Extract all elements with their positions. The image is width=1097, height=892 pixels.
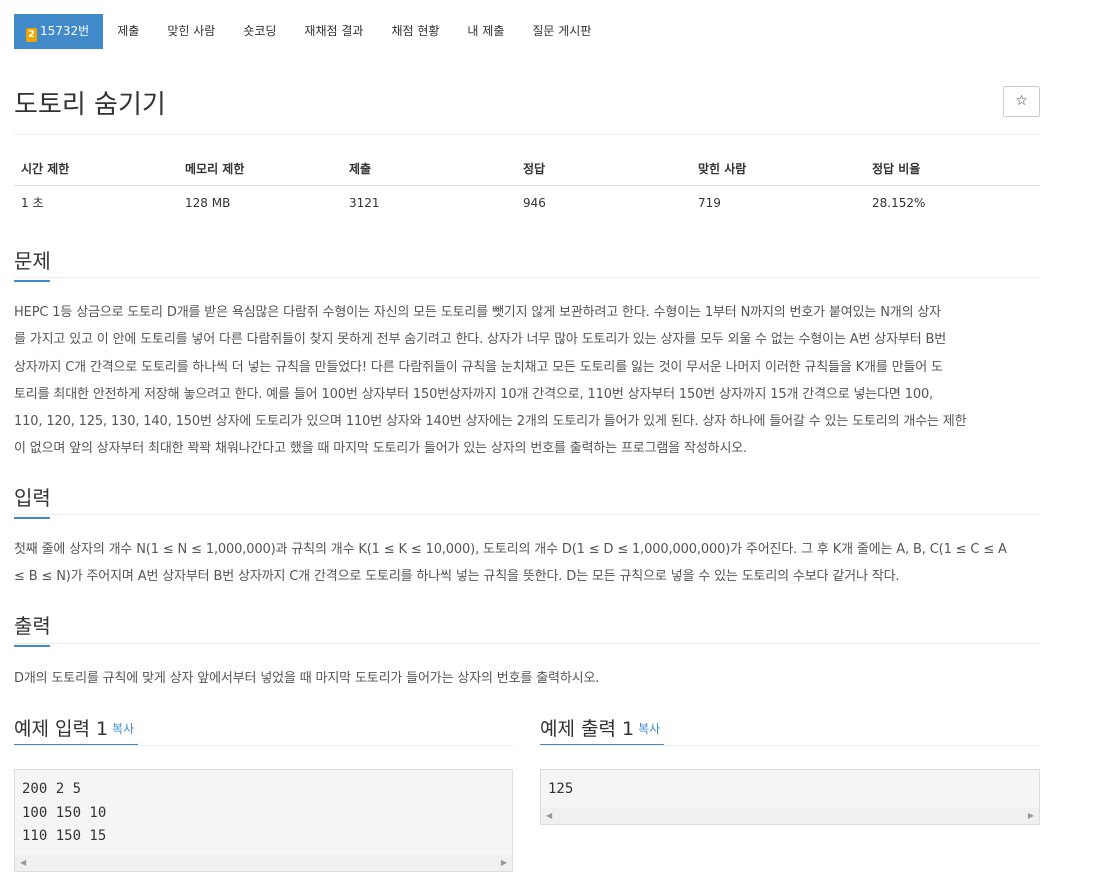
description-line: 110, 120, 125, 130, 140, 150번 상자에 도토리가 있… [14,414,967,430]
info-header-row: 시간 제한 메모리 제한 제출 정답 맞힌 사람 정답 비율 [14,152,1040,186]
input-divider [14,514,1040,515]
header-accept-ratio: 정답 비율 [872,162,921,176]
sample-input-scrollbar[interactable]: ◀ ▶ [14,855,513,872]
description-line: HEPC 1등 상금으로 도토리 D개를 받은 욕심많은 다람쥐 수형이는 자신… [14,305,941,320]
problem-divider [14,277,1040,278]
sample-input-divider [14,745,513,746]
problem-heading-underline [14,280,50,282]
input-heading-text: 입력 [14,486,51,510]
sample-output-code[interactable]: 125 [540,769,1040,808]
tab-question-board[interactable]: 질문 게시판 [518,14,605,49]
output-heading: 출력 [14,610,51,647]
header-time-limit: 시간 제한 [21,162,70,176]
input-line: 첫째 줄에 상자의 개수 N(1 ≤ N ≤ 1,000,000)과 규칙의 개… [14,542,1007,557]
description-line: 상자까지 C개 간격으로 도토리를 하나씩 더 넣는 규칙을 만들었다! 다른 … [14,359,943,375]
description-line: 토리를 최대한 안전하게 저장해 놓으려고 한다. 예를 들어 100번 상자부… [14,386,934,402]
tab-judge-status[interactable]: 채점 현황 [377,14,453,49]
time-limit: 1 초 [21,196,44,210]
sample-output-divider [540,745,1040,746]
info-value-row: 1 초 128 MB 3121 946 719 28.152% [14,186,1040,219]
header-submissions: 제출 [349,162,372,176]
tab-rejudge-results[interactable]: 재채점 결과 [290,14,377,49]
tab-short-coding[interactable]: 숏코딩 [229,14,290,49]
input-heading-underline [14,517,50,519]
problem-heading-text: 문제 [14,249,51,273]
description-line: 이 없으며 앞의 상자부터 최대한 꽉꽉 채워나간다고 했을 때 마지막 도토리… [14,441,748,457]
sample-output-scrollbar[interactable]: ◀ ▶ [540,808,1040,825]
problem-description: HEPC 1등 상금으로 도토리 D개를 받은 욕심많은 다람쥐 수형이는 자신… [14,299,1044,463]
header-memory-limit: 메모리 제한 [185,162,245,176]
input-heading: 입력 [14,482,51,519]
tab-problem-label: 15732번 [40,24,90,38]
scroll-left-icon[interactable]: ◀ [546,811,552,820]
problem-heading: 문제 [14,245,51,282]
copy-sample-input-link[interactable]: 복사 [112,722,134,736]
header-solved-users: 맞힌 사람 [698,162,747,176]
tab-problem[interactable]: 2 15732번 [14,14,104,49]
output-heading-text: 출력 [14,614,51,638]
output-line: D개의 도토리를 규칙에 맞게 상자 앞에서부터 넣었을 때 마지막 도토리가 … [14,671,600,686]
sample-input-code[interactable]: 200 2 5 100 150 10 110 150 15 [14,769,513,855]
output-description: D개의 도토리를 규칙에 맞게 상자 앞에서부터 넣었을 때 마지막 도토리가 … [14,665,1044,692]
page-title: 도토리 숨기기 [14,90,166,120]
input-description: 첫째 줄에 상자의 개수 N(1 ≤ N ≤ 1,000,000)과 규칙의 개… [14,536,1044,591]
accepted-count: 946 [523,195,546,210]
tab-my-submissions[interactable]: 내 제출 [453,14,518,49]
scroll-right-icon[interactable]: ▶ [1028,811,1034,820]
problem-info-table: 시간 제한 메모리 제한 제출 정답 맞힌 사람 정답 비율 1 초 128 M… [14,152,1040,219]
copy-sample-output-link[interactable]: 복사 [638,722,660,736]
title-divider [14,134,1040,135]
submission-count: 3121 [349,195,380,210]
description-line: 를 가지고 있고 이 안에 도토리를 넣어 다른 다람쥐들이 찾지 못하게 전부… [14,332,947,348]
tab-submit[interactable]: 제출 [103,14,153,49]
sample-input-heading: 예제 입력 1 복사 [14,714,134,741]
star-icon: ☆ [1015,93,1028,109]
star-button[interactable]: ☆ [1003,86,1040,117]
solved-user-count: 719 [698,195,721,210]
output-divider [14,643,1040,644]
tab-solved-users[interactable]: 맞힌 사람 [153,14,229,49]
sample-output-heading: 예제 출력 1 복사 [540,714,660,741]
memory-limit: 128 MB [185,195,231,210]
problem-nav: 2 15732번 제출 맞힌 사람 숏코딩 재채점 결과 채점 현황 내 제출 질… [14,14,605,49]
sample-output-title: 예제 출력 1 [540,718,635,740]
input-line: ≤ B ≤ N)가 주어지며 A번 상자부터 B번 상자까지 C개 간격으로 도… [14,569,900,585]
output-heading-underline [14,645,50,647]
accept-ratio: 28.152% [872,195,926,210]
scroll-left-icon[interactable]: ◀ [20,858,26,867]
tier-badge-icon: 2 [26,28,37,42]
sample-input-title: 예제 입력 1 [14,718,109,740]
header-accepted: 정답 [523,162,546,176]
scroll-right-icon[interactable]: ▶ [501,858,507,867]
